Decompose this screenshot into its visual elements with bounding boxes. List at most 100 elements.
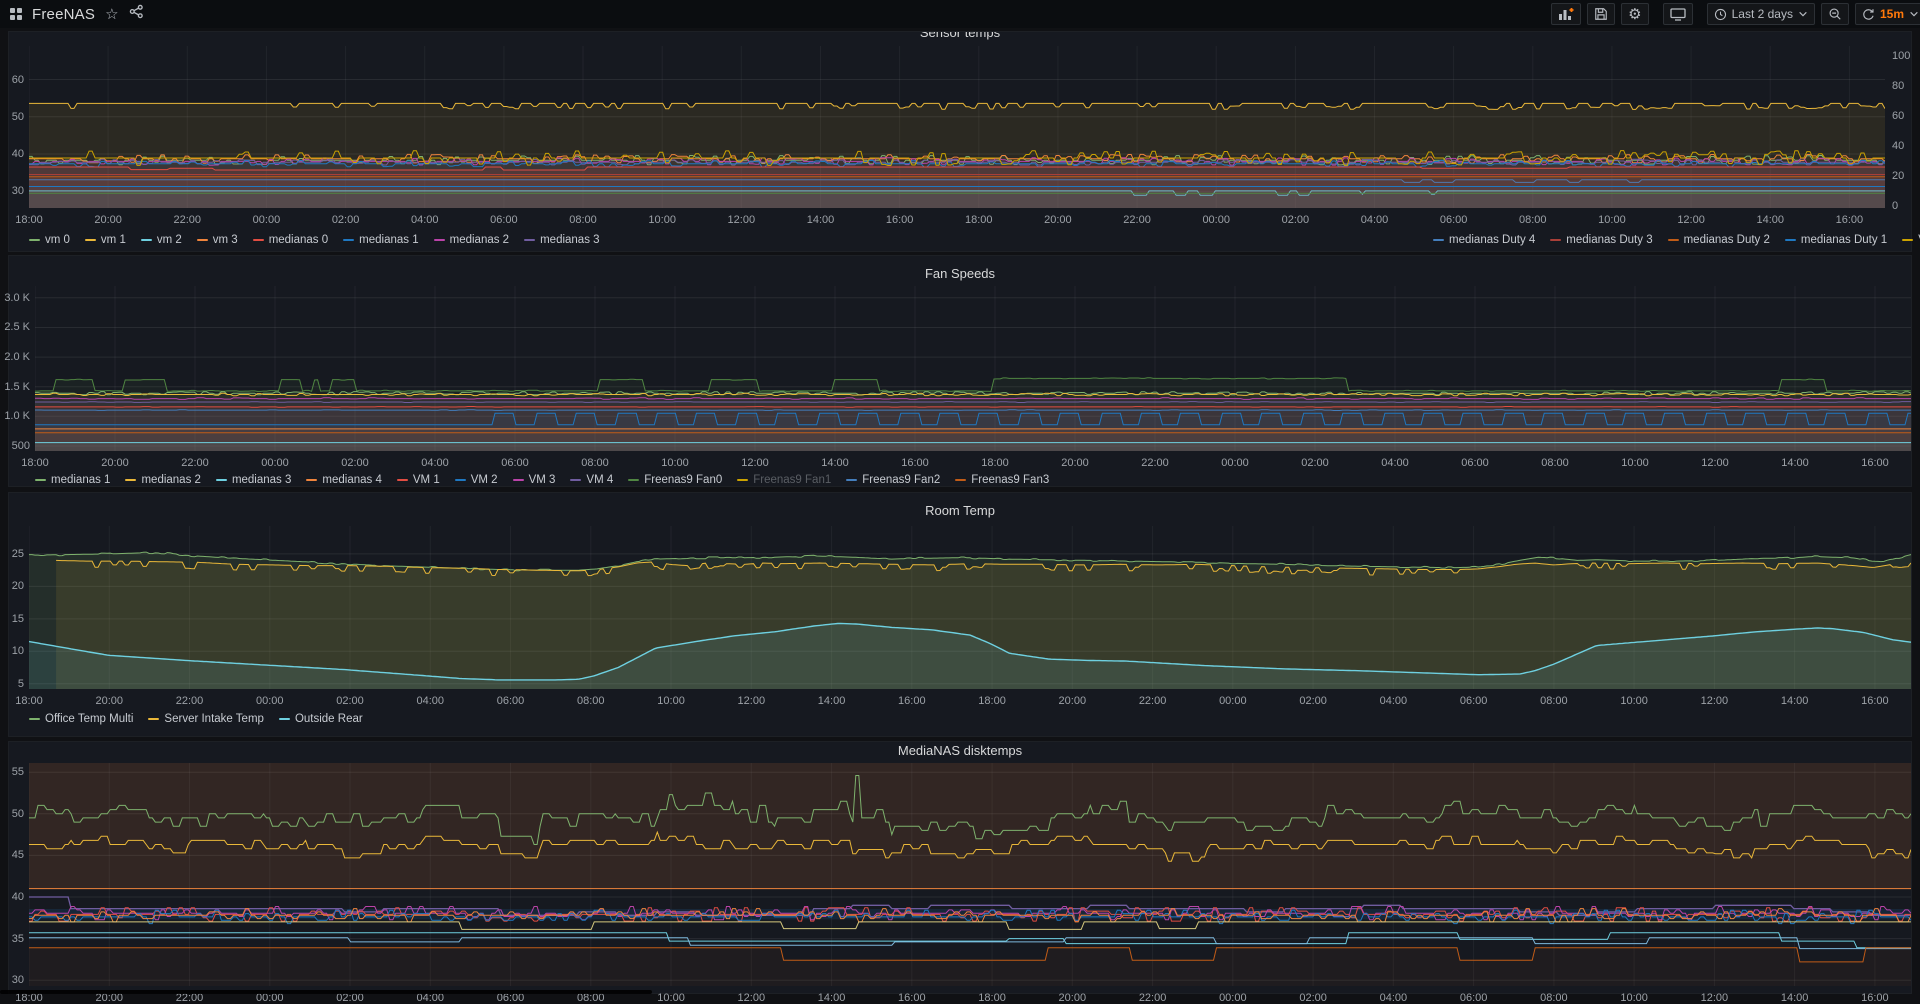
panel-title[interactable]: MediaNAS disktemps: [9, 743, 1911, 758]
legend-item-medianas-duty-1[interactable]: medianas Duty 1: [1785, 234, 1887, 246]
star-icon[interactable]: ☆: [105, 5, 118, 23]
legend: Office Temp Multi Server Intake Temp Outsi…: [29, 713, 378, 725]
x-axis-label: 00:00: [1202, 214, 1230, 226]
legend-series-dash: [306, 479, 317, 481]
legend-label: medianas 2: [141, 474, 200, 486]
x-axis-label: 12:00: [1701, 457, 1729, 469]
legend-item-office-temp-multi[interactable]: Office Temp Multi: [29, 713, 133, 725]
dashboard-settings-button[interactable]: ⚙: [1621, 3, 1648, 25]
legend-item-medianas-2[interactable]: medianas 2: [434, 234, 509, 246]
panel-medianas-disktemps: MediaNAS disktemps30354045505518:0020:00…: [8, 741, 1912, 994]
legend-label: medianas 0: [269, 234, 328, 246]
legend-series-dash: [141, 239, 152, 241]
legend-item-server-intake-temp[interactable]: Server Intake Temp: [148, 713, 264, 725]
x-axis-label: 10:00: [661, 457, 689, 469]
legend-item-medianas-duty-3[interactable]: medianas Duty 3: [1550, 234, 1652, 246]
legend-label: vm 2: [157, 234, 182, 246]
panel-title[interactable]: Sensor temps: [9, 32, 1911, 40]
cycle-view-mode-button[interactable]: [1663, 3, 1693, 25]
legend-item-freenas9-fan3[interactable]: Freenas9 Fan3: [955, 474, 1049, 486]
legend-item-medianas-4[interactable]: medianas 4: [306, 474, 381, 486]
legend-label: medianas 2: [450, 234, 509, 246]
apps-grid-icon[interactable]: [10, 8, 22, 20]
legend-item-vm-2[interactable]: vm 2: [141, 234, 182, 246]
time-range-picker[interactable]: Last 2 days: [1707, 3, 1815, 25]
legend-series-dash: [570, 479, 581, 481]
legend-series-dash: [1433, 239, 1444, 241]
x-axis-label: 02:00: [1301, 457, 1329, 469]
x-axis-label: 14:00: [1781, 457, 1809, 469]
legend-series-dash: [524, 239, 535, 241]
x-axis-label: 08:00: [1540, 695, 1568, 707]
legend: medianas 1 medianas 2 medianas 3 medianas 4…: [35, 474, 1064, 486]
legend-item-medianas-0[interactable]: medianas 0: [253, 234, 328, 246]
y-axis-label: 1.0 K: [4, 410, 30, 422]
legend-item-medianas-1[interactable]: medianas 1: [343, 234, 418, 246]
y-axis-label: 55: [12, 766, 24, 778]
legend-item-vm-4[interactable]: VM 4: [570, 474, 613, 486]
x-axis-label: 14:00: [807, 214, 835, 226]
panel-title[interactable]: Room Temp: [9, 503, 1911, 518]
chart-plot[interactable]: [29, 526, 1911, 689]
series-fill-medianas-3: [35, 443, 1911, 451]
legend-label: Server Intake Temp: [164, 713, 264, 725]
x-axis-label: 08:00: [569, 214, 597, 226]
legend-item-freenas9-fan2[interactable]: Freenas9 Fan2: [846, 474, 940, 486]
legend-item-medianas-duty-2[interactable]: medianas Duty 2: [1668, 234, 1770, 246]
gear-icon: ⚙: [1628, 7, 1641, 22]
legend-item-outside-rear[interactable]: Outside Rear: [279, 713, 363, 725]
save-dashboard-button[interactable]: [1587, 3, 1615, 25]
refresh-picker[interactable]: 15m: [1855, 3, 1920, 25]
legend-label: Freenas9 Fan1: [753, 474, 831, 486]
legend-item-medianas-duty-4[interactable]: medianas Duty 4: [1433, 234, 1535, 246]
legend-label: medianas Duty 2: [1684, 234, 1770, 246]
legend-item-vm-3[interactable]: vm 3: [197, 234, 238, 246]
x-axis-label: 16:00: [898, 695, 926, 707]
dashboard-title[interactable]: FreeNAS: [32, 6, 95, 23]
chart-plot[interactable]: [29, 763, 1911, 986]
x-axis-label: 08:00: [581, 457, 609, 469]
legend-series-dash: [1668, 239, 1679, 241]
chart-plot[interactable]: [29, 46, 1885, 208]
time-range-label: Last 2 days: [1732, 7, 1793, 21]
legend-item-vm-0[interactable]: vm 0: [29, 234, 70, 246]
y-axis-label-right: 80: [1892, 80, 1904, 92]
x-axis-label: 02:00: [336, 695, 364, 707]
y-axis-label: 10: [12, 645, 24, 657]
share-icon[interactable]: [129, 4, 144, 24]
legend-item-vm-duty-2[interactable]: VM Duty 2: [1902, 234, 1920, 246]
legend-series-dash: [279, 718, 290, 720]
x-axis-label: 06:00: [501, 457, 529, 469]
panel-title-clip: Sensor temps: [9, 32, 1911, 44]
legend-item-medianas-3[interactable]: medianas 3: [216, 474, 291, 486]
x-axis-label: 12:00: [741, 457, 769, 469]
legend-item-medianas-1[interactable]: medianas 1: [35, 474, 110, 486]
x-axis-label: 08:00: [1519, 214, 1547, 226]
zoom-out-time-button[interactable]: [1821, 3, 1849, 25]
legend-item-vm-3[interactable]: VM 3: [513, 474, 556, 486]
x-axis-label: 14:00: [821, 457, 849, 469]
legend: medianas Duty 4 medianas Duty 3 medianas D…: [1433, 234, 1920, 246]
legend-item-vm-1[interactable]: vm 1: [85, 234, 126, 246]
legend-item-vm-1[interactable]: VM 1: [397, 474, 440, 486]
add-panel-button[interactable]: [1551, 3, 1581, 25]
legend-item-freenas9-fan1[interactable]: Freenas9 Fan1: [737, 474, 831, 486]
legend: vm 0 vm 1 vm 2 vm 3 medianas 0 medianas 1 medi…: [29, 234, 615, 246]
panel-title[interactable]: Fan Speeds: [9, 266, 1911, 281]
plus-icon: [1570, 8, 1574, 12]
legend-item-medianas-2[interactable]: medianas 2: [125, 474, 200, 486]
x-axis-label: 14:00: [1756, 214, 1784, 226]
y-axis-label: 45: [12, 849, 24, 861]
x-axis-label: 16:00: [1861, 457, 1889, 469]
x-axis-label: 06:00: [1460, 695, 1488, 707]
chart-plot[interactable]: [35, 286, 1911, 451]
x-axis-label: 12:00: [1701, 695, 1729, 707]
horizontal-scrollbar[interactable]: [0, 990, 652, 994]
x-axis-label: 02:00: [1282, 214, 1310, 226]
x-axis-label: 00:00: [1221, 457, 1249, 469]
series-line-teal: [29, 933, 1911, 948]
legend-item-freenas9-fan0[interactable]: Freenas9 Fan0: [628, 474, 722, 486]
legend-item-vm-2[interactable]: VM 2: [455, 474, 498, 486]
legend-item-medianas-3[interactable]: medianas 3: [524, 234, 599, 246]
x-axis-label: 18:00: [15, 695, 43, 707]
